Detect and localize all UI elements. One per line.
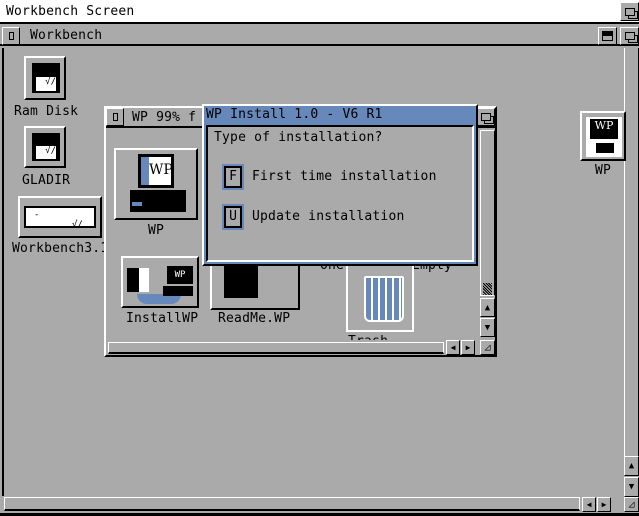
floppy-icon: √/ <box>32 133 60 161</box>
arrow-up-icon: ▲ <box>484 302 491 313</box>
gladir-label: GLADIR <box>22 173 71 188</box>
trash-icon[interactable] <box>346 262 414 332</box>
depth-icon <box>480 113 491 121</box>
scroll-left-button[interactable]: ◀ <box>582 497 596 512</box>
installwp-label: InstallWP <box>126 311 199 326</box>
screen-title-bar: Workbench Screen <box>0 0 639 24</box>
close-button[interactable] <box>2 27 20 45</box>
horizontal-scrollbar[interactable] <box>108 342 444 354</box>
depth-button[interactable] <box>620 27 639 45</box>
wp-floppy-icon: WP <box>586 117 622 157</box>
close-icon <box>112 113 118 121</box>
arrow-left-icon: ◀ <box>586 500 592 509</box>
vertical-scrollbar[interactable] <box>624 48 639 456</box>
scroll-right-button[interactable]: ▶ <box>597 497 611 512</box>
horizontal-scrollbar[interactable] <box>4 497 580 511</box>
screen-depth-button[interactable] <box>620 2 639 21</box>
screen-title: Workbench Screen <box>6 4 135 19</box>
scroll-down-button[interactable]: ▼ <box>480 318 495 337</box>
arrow-left-icon: ◀ <box>450 343 456 352</box>
first-time-install-label[interactable]: First time installation <box>252 169 437 185</box>
arrow-up-icon: ▲ <box>628 461 635 471</box>
harddisk-icon: - √/ <box>24 206 96 230</box>
trashcan-icon <box>364 276 404 322</box>
depth-button[interactable] <box>476 108 495 126</box>
workbench-disk-icon[interactable]: - √/ <box>18 196 102 238</box>
workbench-title: Workbench <box>30 28 103 43</box>
scroll-up-button[interactable]: ▲ <box>480 298 495 317</box>
close-button[interactable] <box>106 108 124 126</box>
arrow-right-icon: ▶ <box>465 343 471 352</box>
dialog-question: Type of installation? <box>214 130 383 145</box>
zoom-button[interactable] <box>598 27 617 45</box>
scroll-left-button[interactable]: ◀ <box>446 340 460 355</box>
trash-label: Trash <box>348 334 388 340</box>
update-install-label[interactable]: Update installation <box>252 209 405 225</box>
scroll-right-button[interactable]: ▶ <box>461 340 475 355</box>
resize-handle[interactable]: ◿ <box>480 340 495 355</box>
wp-program-icon[interactable]: WP <box>114 148 198 220</box>
arrow-down-icon: ▼ <box>628 482 635 492</box>
workbench-disk-label: Workbench3.1 <box>12 241 109 256</box>
install-icon <box>127 268 149 292</box>
first-time-key: F <box>224 166 242 188</box>
resize-icon: ◿ <box>484 342 491 353</box>
document-icon <box>224 264 258 298</box>
dialog-body: Type of installation? F First time insta… <box>206 125 474 262</box>
ram-disk-icon[interactable]: √/ <box>24 56 66 100</box>
wp-program-label: WP <box>148 223 165 238</box>
update-install-button[interactable]: U <box>222 204 244 230</box>
scroll-up-button[interactable]: ▲ <box>624 456 639 476</box>
wp-disk-icon[interactable]: WP <box>580 111 626 161</box>
zoom-icon <box>602 31 613 41</box>
arrow-right-icon: ▶ <box>601 500 607 509</box>
depth-icon <box>624 32 635 40</box>
arrow-down-icon: ▼ <box>484 322 491 333</box>
resize-handle[interactable]: ◿ <box>624 497 639 512</box>
resize-icon: ◿ <box>628 499 635 510</box>
readme-label: ReadMe.WP <box>218 311 291 326</box>
floppy-icon: √/ <box>32 63 60 93</box>
depth-icon <box>624 7 635 16</box>
installwp-icon[interactable]: WP <box>121 256 199 308</box>
scroll-down-button[interactable]: ▼ <box>624 477 639 497</box>
wp-disk-label: WP <box>595 163 612 178</box>
computer-icon: WP <box>138 154 174 188</box>
update-key: U <box>224 206 242 228</box>
workbench-title-bar[interactable]: Workbench <box>0 26 639 46</box>
vertical-scrollbar[interactable] <box>480 130 495 296</box>
ram-disk-label: Ram Disk <box>14 104 79 119</box>
gladir-icon[interactable]: √/ <box>24 126 66 168</box>
close-icon <box>8 32 14 40</box>
wp-window-title: WP 99% f <box>132 110 197 125</box>
first-time-install-button[interactable]: F <box>222 164 244 190</box>
dialog-title[interactable]: WP Install 1.0 - V6 R1 <box>206 107 383 123</box>
install-dialog: WP Install 1.0 - V6 R1 Type of installat… <box>202 104 478 266</box>
